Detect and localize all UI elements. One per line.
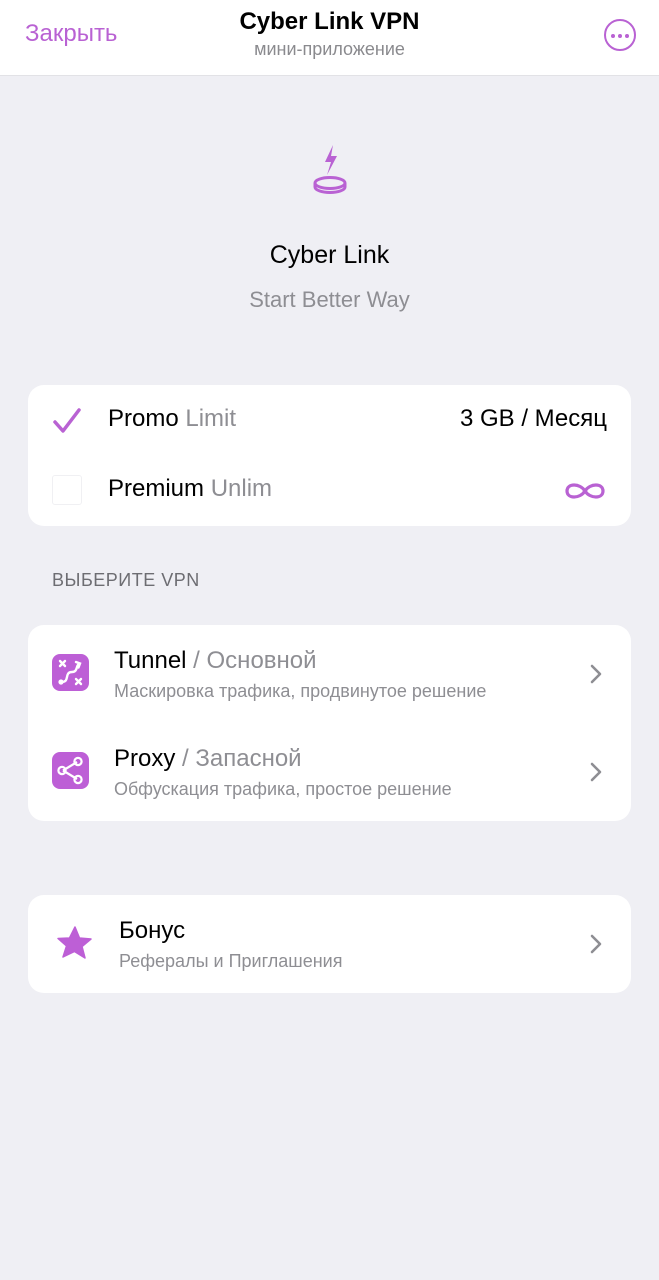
chevron-right-icon (590, 762, 602, 782)
vpn-tag: Основной (206, 647, 317, 674)
vpn-sep: / (175, 745, 196, 772)
star-icon (57, 926, 92, 959)
plan-name: Promo (108, 405, 179, 432)
hero-subtitle: Start Better Way (249, 287, 410, 312)
vpn-item-tunnel[interactable]: Tunnel / Основной Маскировка трафика, пр… (28, 625, 631, 723)
plan-name: Premium (108, 475, 205, 502)
route-icon (52, 654, 89, 691)
more-options-icon[interactable] (604, 19, 636, 51)
vpn-item-description: Маскировка трафика, продвинутое решение (114, 681, 487, 701)
bonus-description: Рефералы и Приглашения (119, 951, 343, 971)
bonus-title: Бонус (119, 917, 186, 944)
plan-tag: Unlim (210, 475, 273, 502)
vpn-item-description: Обфускация трафика, простое решение (114, 779, 452, 799)
infinity-icon (565, 483, 605, 499)
plan-option-premium[interactable]: Premium Unlim (28, 455, 631, 525)
vpn-name: Proxy (114, 745, 176, 772)
plan-card: Promo Limit 3 GB / Месяц Premium Unlim (28, 385, 631, 526)
vpn-name: Tunnel (114, 647, 187, 674)
plan-label: Premium Unlim (108, 475, 272, 503)
top-bar: Закрыть Cyber Link VPN мини-приложение (0, 0, 659, 76)
plan-value: 3 GB / Месяц (459, 405, 607, 432)
plan-option-promo[interactable]: Promo Limit 3 GB / Месяц (28, 385, 631, 455)
plan-label: Promo Limit (108, 405, 236, 433)
vpn-item-title: Proxy / Запасной (114, 745, 302, 773)
chevron-right-icon (590, 664, 602, 684)
app-title: Cyber Link VPN (239, 8, 420, 35)
vpn-item-title: Tunnel / Основной (114, 647, 317, 675)
vpn-list-card: Tunnel / Основной Маскировка трафика, пр… (28, 625, 631, 821)
title-block: Cyber Link VPN мини-приложение (0, 8, 659, 61)
bonus-card: Бонус Рефералы и Приглашения (28, 895, 631, 993)
bonus-item[interactable]: Бонус Рефералы и Приглашения (28, 895, 631, 993)
hero-title: Cyber Link (269, 241, 390, 269)
section-header-vpn: ВЫБЕРИТЕ VPN (52, 570, 200, 590)
checkmark-icon (53, 408, 81, 433)
share-icon (52, 752, 89, 789)
vpn-tag: Запасной (195, 745, 302, 772)
vpn-item-proxy[interactable]: Proxy / Запасной Обфускация трафика, про… (28, 723, 631, 821)
plan-tag: Limit (185, 405, 237, 432)
chevron-right-icon (590, 934, 602, 954)
unchecked-box (52, 475, 82, 505)
app-subtitle: мини-приложение (254, 39, 405, 59)
lightning-ring-icon (313, 145, 347, 194)
vpn-sep: / (186, 647, 207, 674)
